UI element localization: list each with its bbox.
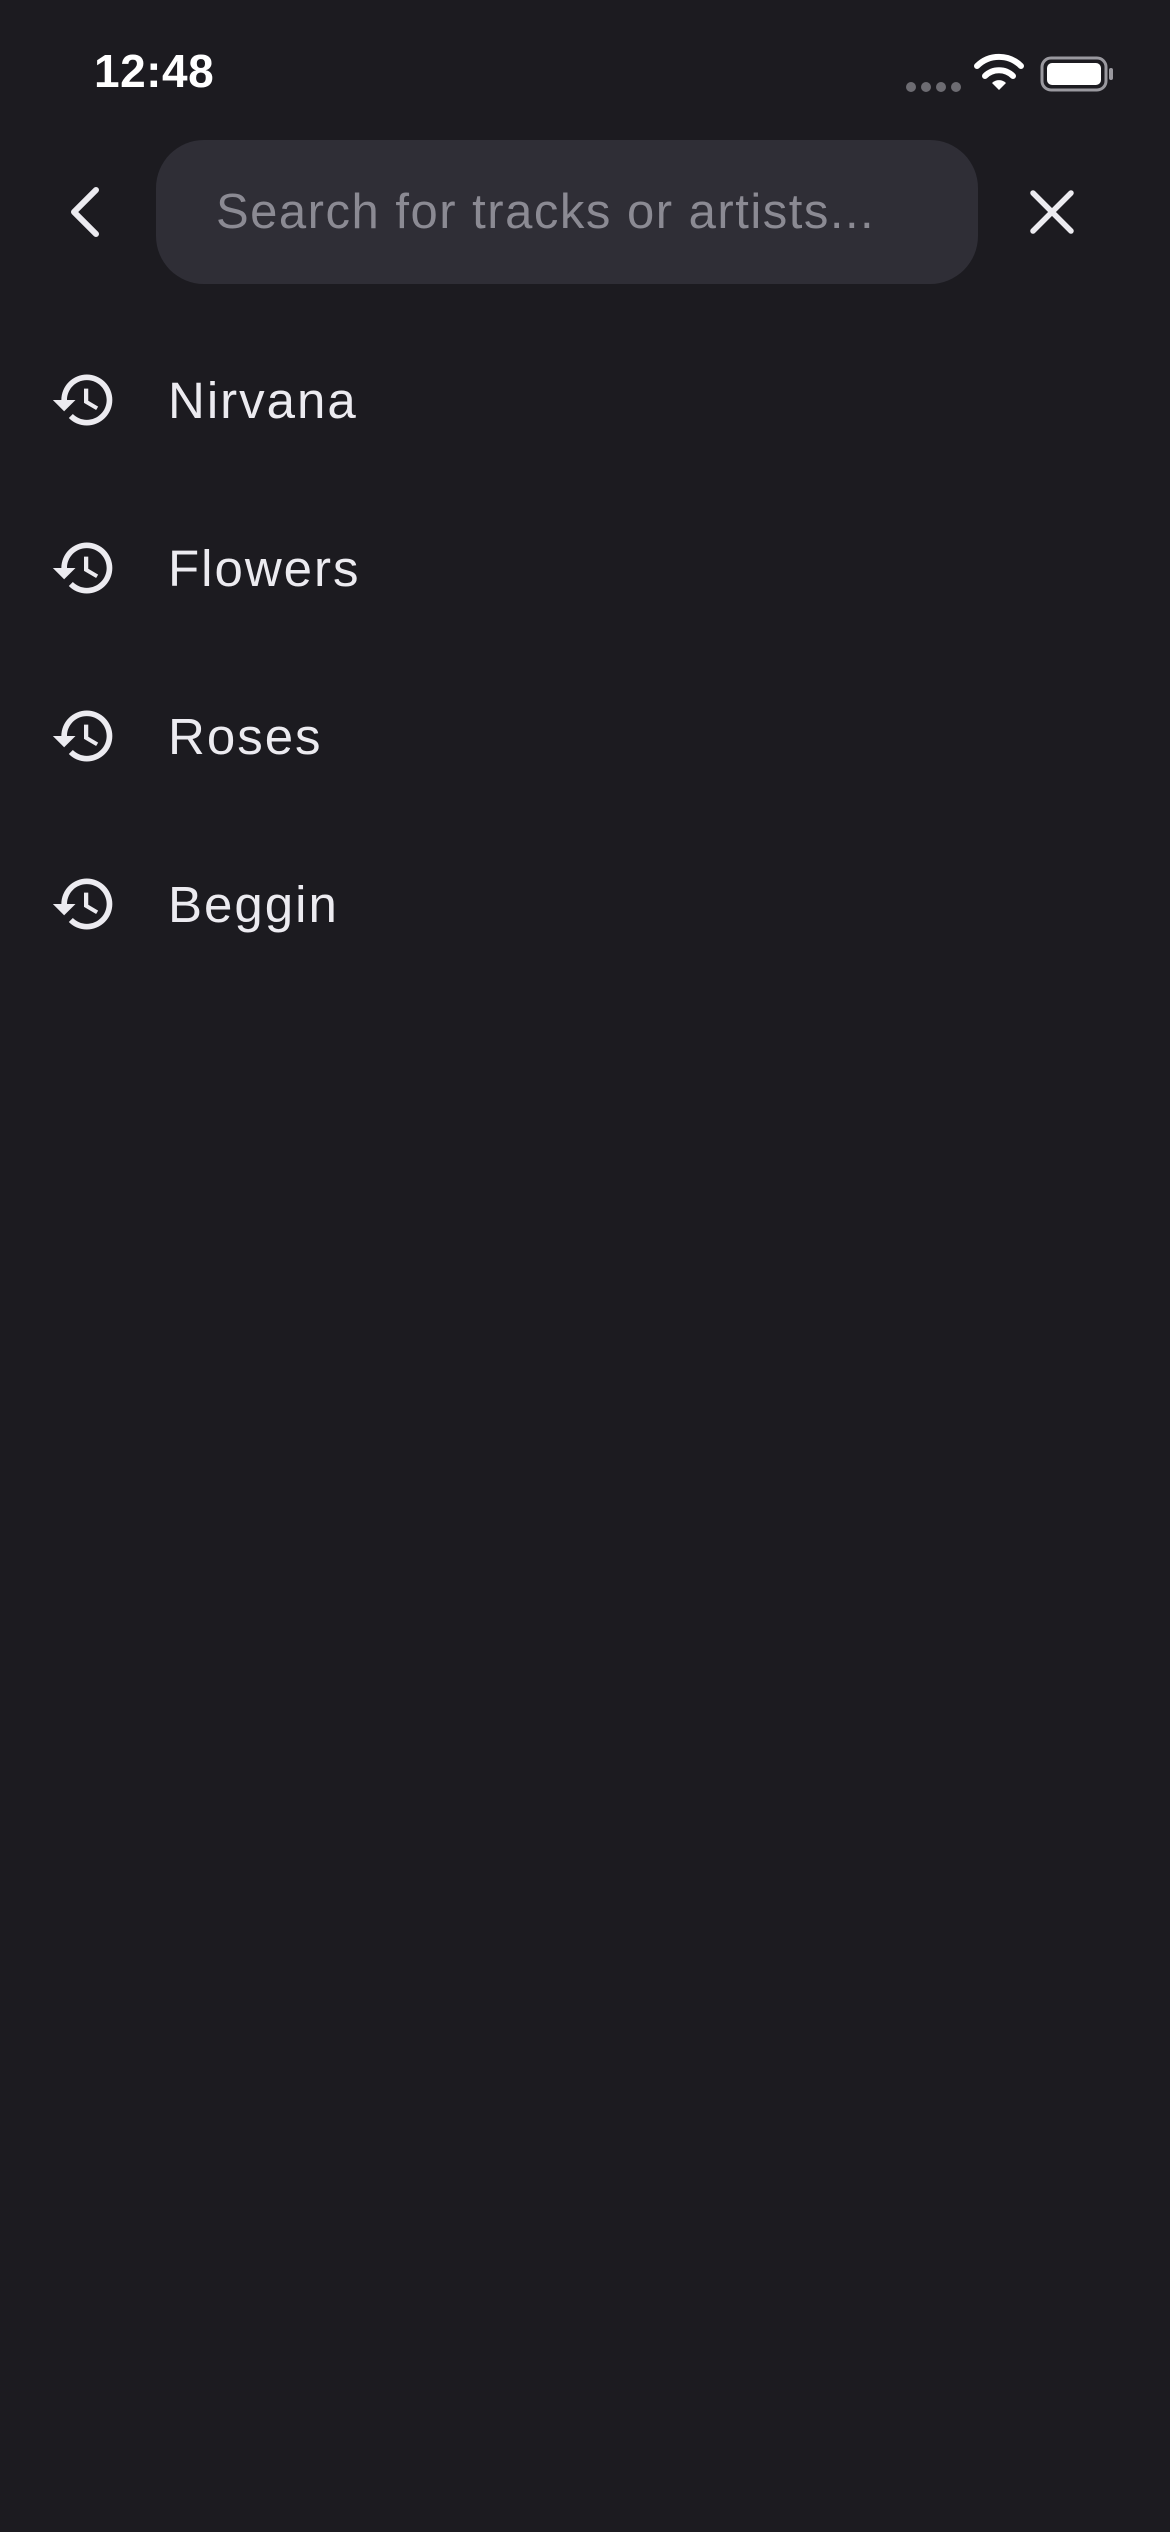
chevron-left-icon (71, 187, 99, 237)
history-item-label: Beggin (168, 875, 339, 933)
search-history-list: Nirvana Flowers Roses Beggin (0, 316, 1170, 988)
history-icon (52, 878, 113, 930)
cellular-signal-icon (906, 82, 961, 92)
history-icon (52, 374, 113, 426)
clear-search-button[interactable] (1010, 170, 1094, 254)
history-item[interactable]: Beggin (0, 820, 1170, 988)
battery-full-icon (1040, 56, 1113, 92)
status-time: 12:48 (94, 45, 215, 97)
status-bar: 12:48 (0, 0, 1170, 140)
search-input[interactable] (216, 184, 918, 240)
history-icon (52, 710, 113, 762)
search-header (0, 140, 1170, 286)
wifi-icon (974, 53, 1024, 90)
history-item-label: Nirvana (168, 371, 358, 429)
back-button[interactable] (52, 170, 116, 254)
history-item[interactable]: Flowers (0, 484, 1170, 652)
history-icon (52, 542, 113, 594)
close-icon (1030, 190, 1074, 234)
history-item-label: Roses (168, 707, 323, 765)
history-item[interactable]: Roses (0, 652, 1170, 820)
history-item-label: Flowers (168, 539, 361, 597)
search-box[interactable] (156, 140, 978, 284)
history-item[interactable]: Nirvana (0, 316, 1170, 484)
search-screen: 12:48 Search for tracks or artists... Ni… (0, 0, 1170, 2532)
